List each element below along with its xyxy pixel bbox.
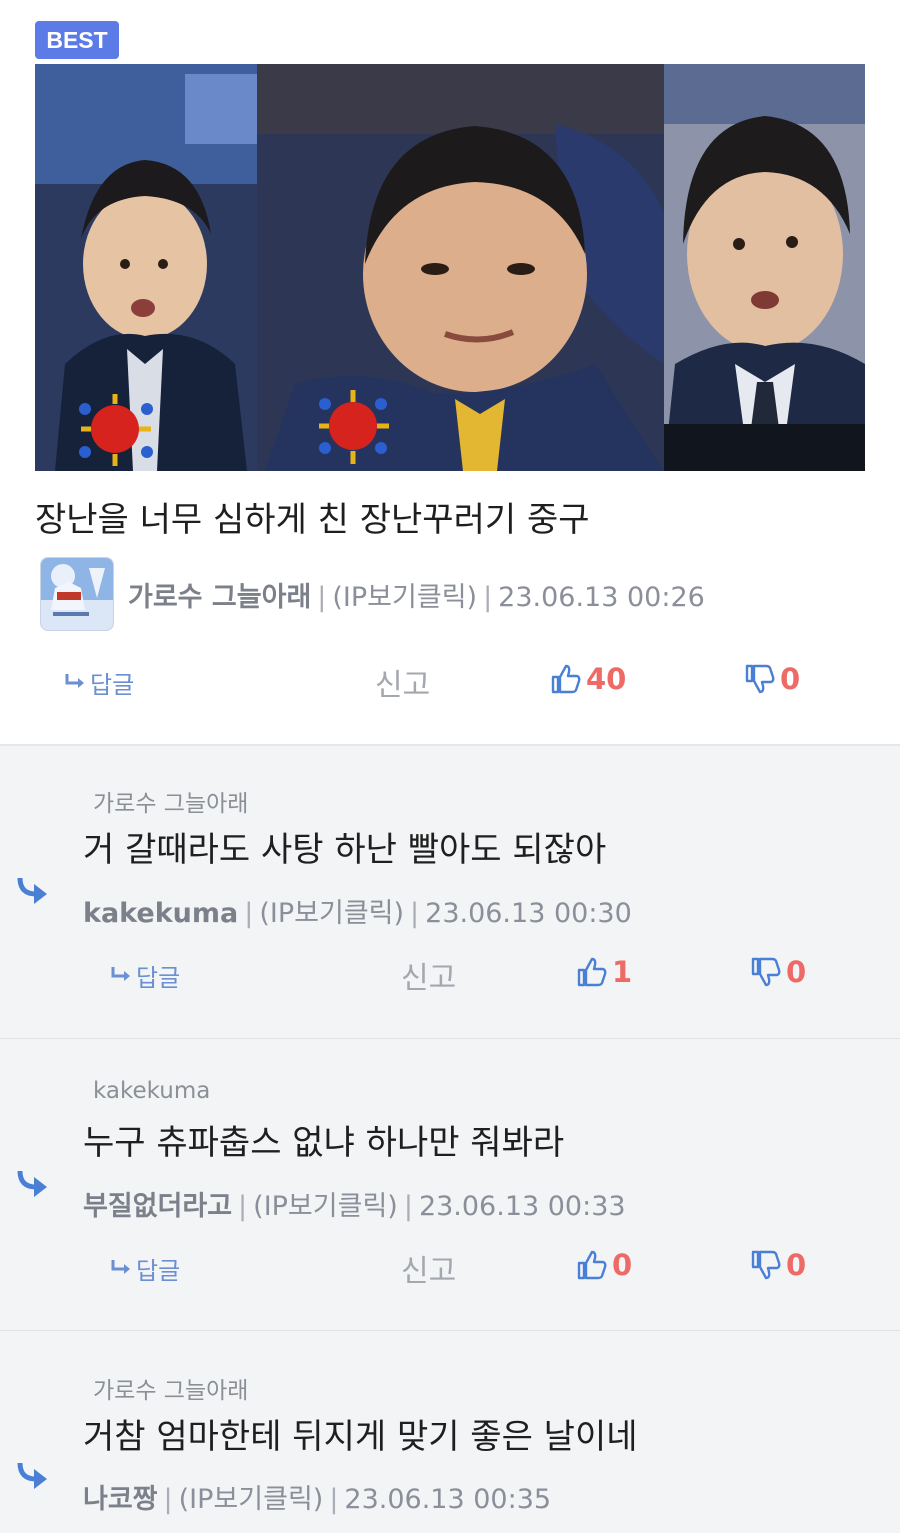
best-post: BEST 장난을 너무 심하게 친 장난꾸러기 중구 가로수 그늘아래 | (I… [0,0,900,746]
meta-separator: | [403,1191,413,1222]
best-badge: BEST [35,21,119,59]
reply-button[interactable]: 답글 [64,665,134,700]
reply-to-name: 가로수 그늘아래 [93,791,249,817]
reply-arrow-icon [16,1461,50,1495]
page: BEST 장난을 너무 심하게 친 장난꾸러기 중구 가로수 그늘아래 | (I… [0,0,900,1533]
like-count: 1 [612,955,633,989]
reply-to-name: kakekuma [93,1078,211,1104]
ip-link[interactable]: (IP보기클릭) [259,898,404,929]
dislike-count: 0 [786,955,807,989]
comment-datetime: 23.06.13 00:30 [425,898,632,929]
reply-arrow-icon [16,1169,50,1203]
author-avatar[interactable] [40,557,114,631]
comment-item: kakekuma 누구 츄파춥스 없냐 하나만 줘봐라 부질없더라고 | (IP보기… [0,1039,900,1332]
reply-to-name: 가로수 그늘아래 [93,1378,249,1404]
reply-arrow-small-icon [110,962,134,990]
comment-action-row: 답글 신고 1 0 [0,948,900,998]
thumbs-down-icon [744,663,776,695]
ip-link[interactable]: (IP보기클릭) [253,1191,398,1222]
dislike-button[interactable]: 0 [750,1248,806,1282]
comment-meta: kakekuma | (IP보기클릭) | 23.06.13 00:30 [83,891,632,930]
reply-button[interactable]: 답글 [110,1251,180,1286]
like-button[interactable]: 1 [576,955,632,989]
post-meta: 가로수 그늘아래 | (IP보기클릭) | 23.06.13 00:26 [128,575,705,614]
post-title[interactable]: 장난을 너무 심하게 친 장난꾸러기 중구 [35,492,590,541]
post-datetime: 23.06.13 00:26 [498,581,705,613]
thumbs-up-icon [550,663,582,695]
comment-author[interactable]: kakekuma [83,898,238,929]
like-count: 40 [586,662,627,696]
comment-action-row: 답글 신고 0 0 [0,1241,900,1291]
post-image[interactable] [35,64,865,471]
comment-author[interactable]: 부질없더라고 [83,1191,232,1222]
thumbs-up-icon [576,1249,608,1281]
thumbs-down-icon [750,1249,782,1281]
like-count: 0 [612,1248,633,1282]
reply-arrow-icon [16,876,50,910]
reply-button[interactable]: 답글 [110,958,180,993]
ip-link[interactable]: (IP보기클릭) [179,1484,324,1515]
like-button[interactable]: 0 [576,1248,632,1282]
comment-datetime: 23.06.13 00:35 [344,1484,552,1515]
comment-text: 거참 엄마한테 뒤지게 맞기 좋은 날이네 [83,1417,638,1457]
comment-item: 가로수 그늘아래 거참 엄마한테 뒤지게 맞기 좋은 날이네 나코짱 | (IP보기… [0,1331,900,1533]
post-action-row: 답글 신고 40 0 [0,655,900,705]
comment-item: 가로수 그늘아래 거 갈때라도 사탕 하난 빨아도 되잖아 kakekuma |(… [0,746,900,1040]
comment-meta: 나코짱 | (IP보기클릭) | 23.06.13 00:35 [83,1477,551,1516]
reply-label: 답글 [136,1257,181,1285]
meta-separator: | [163,1484,173,1515]
comment-meta: 부질없더라고 | (IP보기클릭) | 23.06.13 00:33 [83,1184,626,1223]
meta-separator: | [329,1484,339,1515]
report-button[interactable]: 신고 [375,660,430,704]
meta-separator: | [317,581,327,613]
dislike-count: 0 [786,1248,807,1282]
dislike-count: 0 [780,662,801,696]
reply-arrow-small-icon [64,669,88,697]
author-nickname[interactable]: 가로수 그늘아래 [128,582,311,613]
post-author-row: 가로수 그늘아래 | (IP보기클릭) | 23.06.13 00:26 [40,557,705,631]
reply-label: 답글 [90,671,135,699]
report-button[interactable]: 신고 [401,1246,456,1290]
thumbs-up-icon [576,956,608,988]
comment-text: 거 갈때라도 사탕 하난 빨아도 되잖아 [83,830,607,870]
meta-separator: | [483,581,493,613]
comment-text: 누구 츄파춥스 없냐 하나만 줘봐라 [83,1123,565,1163]
ip-link[interactable]: (IP보기클릭) [332,582,477,613]
reply-arrow-small-icon [110,1255,134,1283]
meta-separator: | [238,1191,248,1222]
comment-author[interactable]: 나코짱 [83,1484,158,1515]
like-button[interactable]: 40 [550,662,626,696]
meta-separator: | [244,898,254,929]
dislike-button[interactable]: 0 [744,662,800,696]
report-button[interactable]: 신고 [401,953,456,997]
reply-label: 답글 [136,964,181,992]
meta-separator: | [410,898,420,929]
comment-datetime: 23.06.13 00:33 [418,1191,626,1222]
dislike-button[interactable]: 0 [750,955,806,989]
thumbs-down-icon [750,956,782,988]
